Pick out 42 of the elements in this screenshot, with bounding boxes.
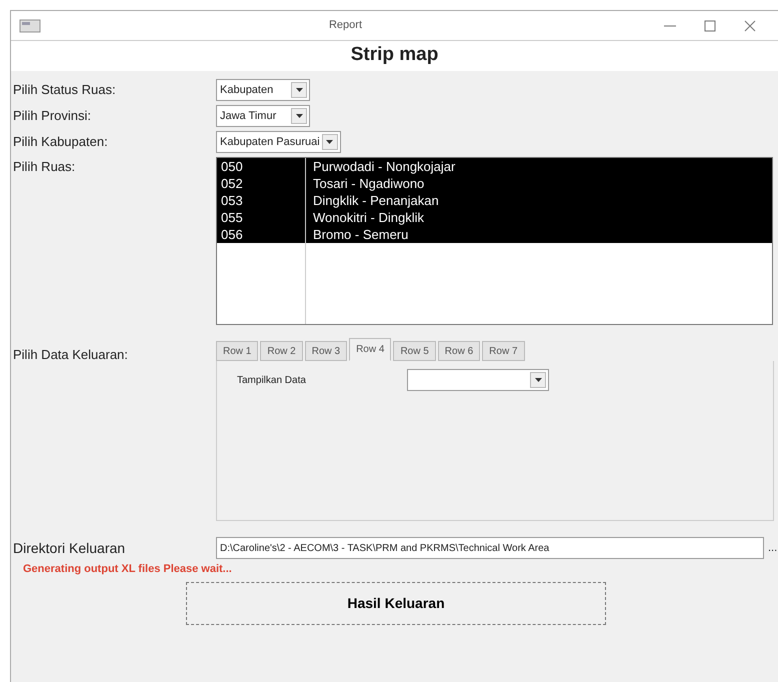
road-list[interactable]: 050 Purwodadi - Nongkojajar 052 Tosari - Ngadiwono 053 Dingklik - Penanjakan 055 Wonokitri - Dingklik 056 Bromo - Semeru (216, 157, 773, 325)
field-label: Tampilkan Data (237, 374, 307, 388)
road-name: Dingklik - Penanjakan (312, 192, 439, 210)
dropdown[interactable]: Kabupaten (216, 79, 310, 101)
tab[interactable]: Row 3 (304, 341, 348, 361)
road-code: 056 (220, 226, 244, 244)
road-name: Wonokitri - Dingklik (312, 208, 424, 227)
tab[interactable]: Row 6 (438, 341, 480, 361)
browse-button[interactable]: ... (768, 542, 778, 554)
dropdown-icon (291, 82, 307, 98)
field-label: Pilih Provinsi: (12, 107, 92, 126)
data-dropdown[interactable] (407, 369, 549, 391)
field-label: Pilih Data Keluaran: (12, 346, 129, 364)
directory-field[interactable]: D:\Caroline's\2 - AECOM\3 - TASK\PRM and PKRMS\Technical Work Area (216, 537, 764, 559)
window-title: Report (328, 18, 364, 34)
field-label: Pilih Ruas: (12, 158, 76, 176)
road-name: Bromo - Semeru (312, 226, 408, 244)
output-button[interactable]: Hasil Keluaran (186, 582, 606, 624)
tab[interactable]: Row 2 (260, 341, 303, 361)
tab[interactable]: Row 4 (349, 338, 392, 361)
dropdown[interactable]: Kabupaten Pasuruai (216, 131, 341, 153)
dropdown-icon (530, 372, 546, 388)
tab[interactable]: Row 1 (216, 341, 258, 361)
app-icon (19, 18, 41, 32)
tab[interactable]: Row 5 (393, 341, 436, 361)
tab[interactable]: Row 7 (482, 341, 525, 361)
road-name: Purwodadi - Nongkojajar (312, 158, 456, 176)
field-label: Pilih Status Ruas: (12, 81, 117, 100)
dropdown-icon (322, 134, 338, 150)
road-code: 055 (220, 208, 244, 227)
form-heading: Strip map (11, 41, 778, 71)
dropdown[interactable]: Jawa Timur (216, 105, 310, 127)
road-code: 053 (220, 192, 244, 210)
close-icon (744, 20, 756, 32)
field-label: Direktori Keluaran (12, 538, 126, 558)
road-code: 052 (220, 174, 244, 193)
dropdown-icon (291, 108, 307, 124)
road-code: 050 (220, 158, 244, 176)
maximize-icon (704, 20, 716, 32)
field-label: Pilih Kabupaten: (12, 133, 109, 152)
status-message: Generating output XL files Please wait... (22, 562, 233, 577)
road-name: Tosari - Ngadiwono (312, 174, 424, 193)
